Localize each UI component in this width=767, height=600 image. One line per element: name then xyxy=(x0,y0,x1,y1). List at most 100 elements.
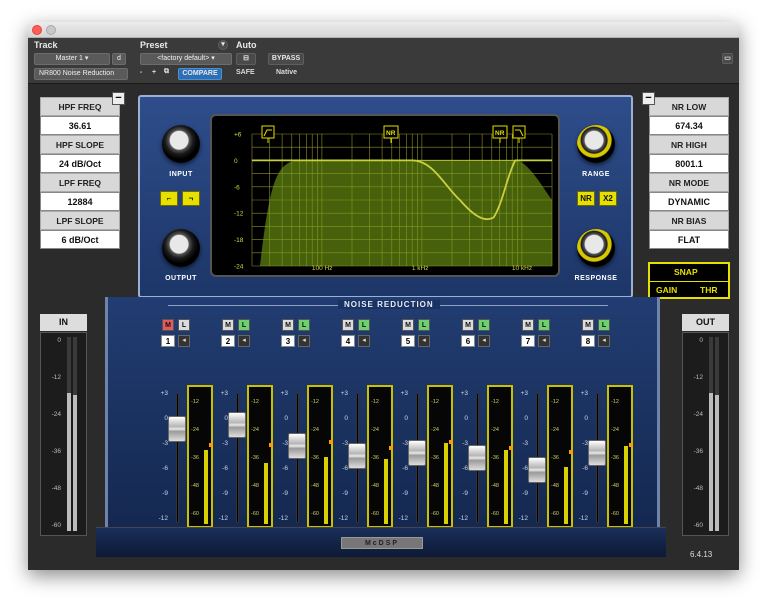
channel-fader-5[interactable] xyxy=(408,439,426,466)
hpf-freq-value[interactable]: 36.61 xyxy=(40,116,120,135)
brand-logo: McDSP xyxy=(341,537,423,549)
output-knob[interactable] xyxy=(162,229,200,267)
preset-menu-icon[interactable]: ▾ xyxy=(218,40,228,50)
plugin-window: Track Preset Auto ▾ Master 1 ▾ d <factor… xyxy=(28,22,739,570)
automation-button[interactable]: ⊟ xyxy=(236,53,256,65)
mute-button[interactable]: M xyxy=(462,319,474,331)
preset-next-button[interactable]: + xyxy=(152,69,156,76)
link-button[interactable]: L xyxy=(538,319,550,331)
lpf-shape-button[interactable]: ¬ xyxy=(182,191,200,206)
hpf-slope-value[interactable]: 24 dB/Oct xyxy=(40,154,120,173)
channel-fader-7[interactable] xyxy=(528,457,546,484)
gain-button[interactable]: GAIN xyxy=(656,285,677,295)
nr-low-value[interactable]: 674.34 xyxy=(649,116,729,135)
fader-scale-tick: 0 xyxy=(164,415,168,422)
solo-arrow-icon[interactable]: ◂ xyxy=(358,335,370,347)
safe-button[interactable]: SAFE xyxy=(236,69,255,76)
link-button[interactable]: L xyxy=(478,319,490,331)
nr-button[interactable]: NR xyxy=(577,191,595,206)
fader-scale-tick: 0 xyxy=(404,415,408,422)
settings-menu-icon[interactable]: ▭ xyxy=(722,53,733,64)
channel-fader-8[interactable] xyxy=(588,439,606,466)
channel-meter-peak xyxy=(569,449,573,454)
hpf-shape-button[interactable]: ⌐ xyxy=(160,191,178,206)
meter-scale-tick: -48 xyxy=(693,485,703,492)
eq-y-tick-label: -6 xyxy=(234,184,240,191)
bypass-button[interactable]: BYPASS xyxy=(268,53,304,65)
lpf-slope-value[interactable]: 6 dB/Oct xyxy=(40,230,120,249)
nr-high-value[interactable]: 8001.1 xyxy=(649,154,729,173)
x2-button[interactable]: X2 xyxy=(599,191,617,206)
close-window-button[interactable] xyxy=(32,25,42,35)
fader-scale-tick: -3 xyxy=(162,440,168,447)
mute-button[interactable]: M xyxy=(342,319,354,331)
compare-button[interactable]: COMPARE xyxy=(178,68,222,80)
solo-arrow-icon[interactable]: ◂ xyxy=(238,335,250,347)
mute-button[interactable]: M xyxy=(582,319,594,331)
channel-meter: -12 -24 -36 -48 -60 xyxy=(427,385,453,528)
channel-fader-2[interactable] xyxy=(228,411,246,438)
mute-button[interactable]: M xyxy=(222,319,234,331)
mute-button[interactable]: M xyxy=(282,319,294,331)
link-button[interactable]: L xyxy=(598,319,610,331)
snap-button[interactable]: SNAP xyxy=(674,267,698,277)
link-button[interactable]: L xyxy=(358,319,370,331)
copy-settings-icon[interactable]: ⧉ xyxy=(164,68,169,76)
eq-y-tick-label: 0 xyxy=(234,158,238,165)
link-button[interactable]: L xyxy=(178,319,190,331)
mute-button[interactable]: M xyxy=(162,319,174,331)
channel-fader-3[interactable] xyxy=(288,432,306,459)
fader-scale-tick: 0 xyxy=(284,415,288,422)
solo-arrow-icon[interactable]: ◂ xyxy=(418,335,430,347)
minimize-window-button[interactable] xyxy=(46,25,56,35)
channel-fader-1[interactable] xyxy=(168,415,186,442)
channel-fader-6[interactable] xyxy=(468,445,486,471)
channel-number: 2 xyxy=(221,335,235,347)
channel-meter-level xyxy=(624,445,628,524)
mute-button[interactable]: M xyxy=(522,319,534,331)
track-selector[interactable]: Master 1 ▾ xyxy=(34,53,110,65)
channel-meter-tick: -60 xyxy=(371,511,379,517)
channel-meter-tick: -12 xyxy=(191,399,199,405)
plugin-selector[interactable]: NR800 Noise Reduction xyxy=(34,68,128,80)
link-button[interactable]: L xyxy=(298,319,310,331)
channel-meter-tick: -24 xyxy=(431,427,439,433)
nr-mode-value[interactable]: DYNAMIC xyxy=(649,192,729,211)
eq-x-tick-label: 1 kHz xyxy=(412,265,429,272)
nr-low-label: NR LOW xyxy=(649,97,729,116)
out-meter: 0 -12 -24 -36 -48 -60 xyxy=(682,332,729,536)
channel-strip-6: M L 6 ◂ +3 0 -3 -6 -9 -12 -12 -24 -36 -48 -60 xyxy=(456,297,516,528)
channel-strip-2: M L 2 ◂ +3 0 -3 -6 -9 -12 -12 -24 -36 -48 -60 xyxy=(216,297,276,528)
preset-selector[interactable]: <factory default> ▾ xyxy=(140,53,232,65)
solo-arrow-icon[interactable]: ◂ xyxy=(178,335,190,347)
fader-scale-tick: -12 xyxy=(398,515,408,522)
preset-previous-button[interactable]: - xyxy=(140,69,142,76)
solo-arrow-icon[interactable]: ◂ xyxy=(538,335,550,347)
channel-meter-tick: -60 xyxy=(491,511,499,517)
lpf-freq-value[interactable]: 12884 xyxy=(40,192,120,211)
link-button[interactable]: L xyxy=(418,319,430,331)
link-button[interactable]: L xyxy=(238,319,250,331)
eq-display[interactable]: +6 0 -6 -12 -18 -24 100 Hz 1 kHz 10 kHz NR NR xyxy=(210,114,560,277)
response-knob[interactable] xyxy=(577,229,615,267)
channel-meter-tick: -24 xyxy=(491,427,499,433)
fader-scale-tick: -9 xyxy=(282,490,288,497)
thr-button[interactable]: THR xyxy=(700,285,717,295)
mute-button[interactable]: M xyxy=(402,319,414,331)
solo-arrow-icon[interactable]: ◂ xyxy=(478,335,490,347)
channel-meter-peak xyxy=(509,445,513,450)
channel-meter: -12 -24 -36 -48 -60 xyxy=(607,385,633,528)
channel-meter-tick: -24 xyxy=(371,427,379,433)
solo-arrow-icon[interactable]: ◂ xyxy=(598,335,610,347)
left-collapse-button[interactable]: − xyxy=(112,92,125,105)
right-collapse-button[interactable]: − xyxy=(642,92,655,105)
channel-fader-4[interactable] xyxy=(348,442,366,469)
range-knob[interactable] xyxy=(577,125,615,163)
solo-arrow-icon[interactable]: ◂ xyxy=(298,335,310,347)
channel-meter-tick: -12 xyxy=(491,399,499,405)
lpf-freq-label: LPF FREQ xyxy=(40,173,120,192)
channel-number: 3 xyxy=(281,335,295,347)
input-knob[interactable] xyxy=(162,125,200,163)
nr-bias-value[interactable]: FLAT xyxy=(649,230,729,249)
track-mode-button[interactable]: d xyxy=(112,53,126,65)
